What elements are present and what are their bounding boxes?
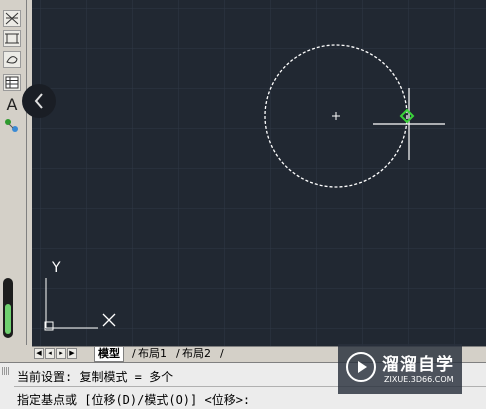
text-icon[interactable]: A <box>3 96 21 113</box>
drawing-canvas[interactable]: Y <box>32 0 486 346</box>
play-logo-icon <box>346 352 376 382</box>
tab-divider: / <box>132 347 136 360</box>
slider-fill <box>5 304 11 334</box>
grid <box>32 0 486 346</box>
command-grip-icon[interactable] <box>2 367 10 375</box>
zoom-slider[interactable] <box>3 278 13 338</box>
collapse-palette-button[interactable] <box>22 84 56 118</box>
tool-palette: A <box>0 0 27 345</box>
tab-divider: / <box>220 347 224 360</box>
nodes-icon[interactable] <box>3 117 21 134</box>
extend-icon[interactable] <box>3 30 21 47</box>
watermark-title: 溜溜自学 <box>382 355 454 375</box>
tab-layout2[interactable]: 布局2 <box>182 347 211 361</box>
tab-layout1[interactable]: 布局1 <box>138 347 167 361</box>
prev-tab-icon[interactable]: ◂ <box>45 348 55 359</box>
last-tab-icon[interactable]: ▶ <box>67 348 77 359</box>
region-icon[interactable] <box>3 51 21 68</box>
next-tab-icon[interactable]: ▸ <box>56 348 66 359</box>
tab-divider: / <box>176 347 180 360</box>
tab-model[interactable]: 模型 <box>94 347 124 362</box>
table-icon[interactable] <box>3 74 21 91</box>
command-history-line: 当前设置: 复制模式 = 多个 <box>17 370 174 384</box>
watermark-badge: 溜溜自学 ZIXUE.3D66.COM <box>338 344 462 394</box>
first-tab-icon[interactable]: ◀ <box>34 348 44 359</box>
drawing-surface: Y <box>32 0 486 346</box>
watermark-url: ZIXUE.3D66.COM <box>384 375 454 384</box>
ucs-y-label: Y <box>51 260 61 276</box>
trim-icon[interactable] <box>3 10 21 27</box>
command-prompt[interactable]: 指定基点或 [位移(D)/模式(O)] <位移>: <box>17 391 250 408</box>
